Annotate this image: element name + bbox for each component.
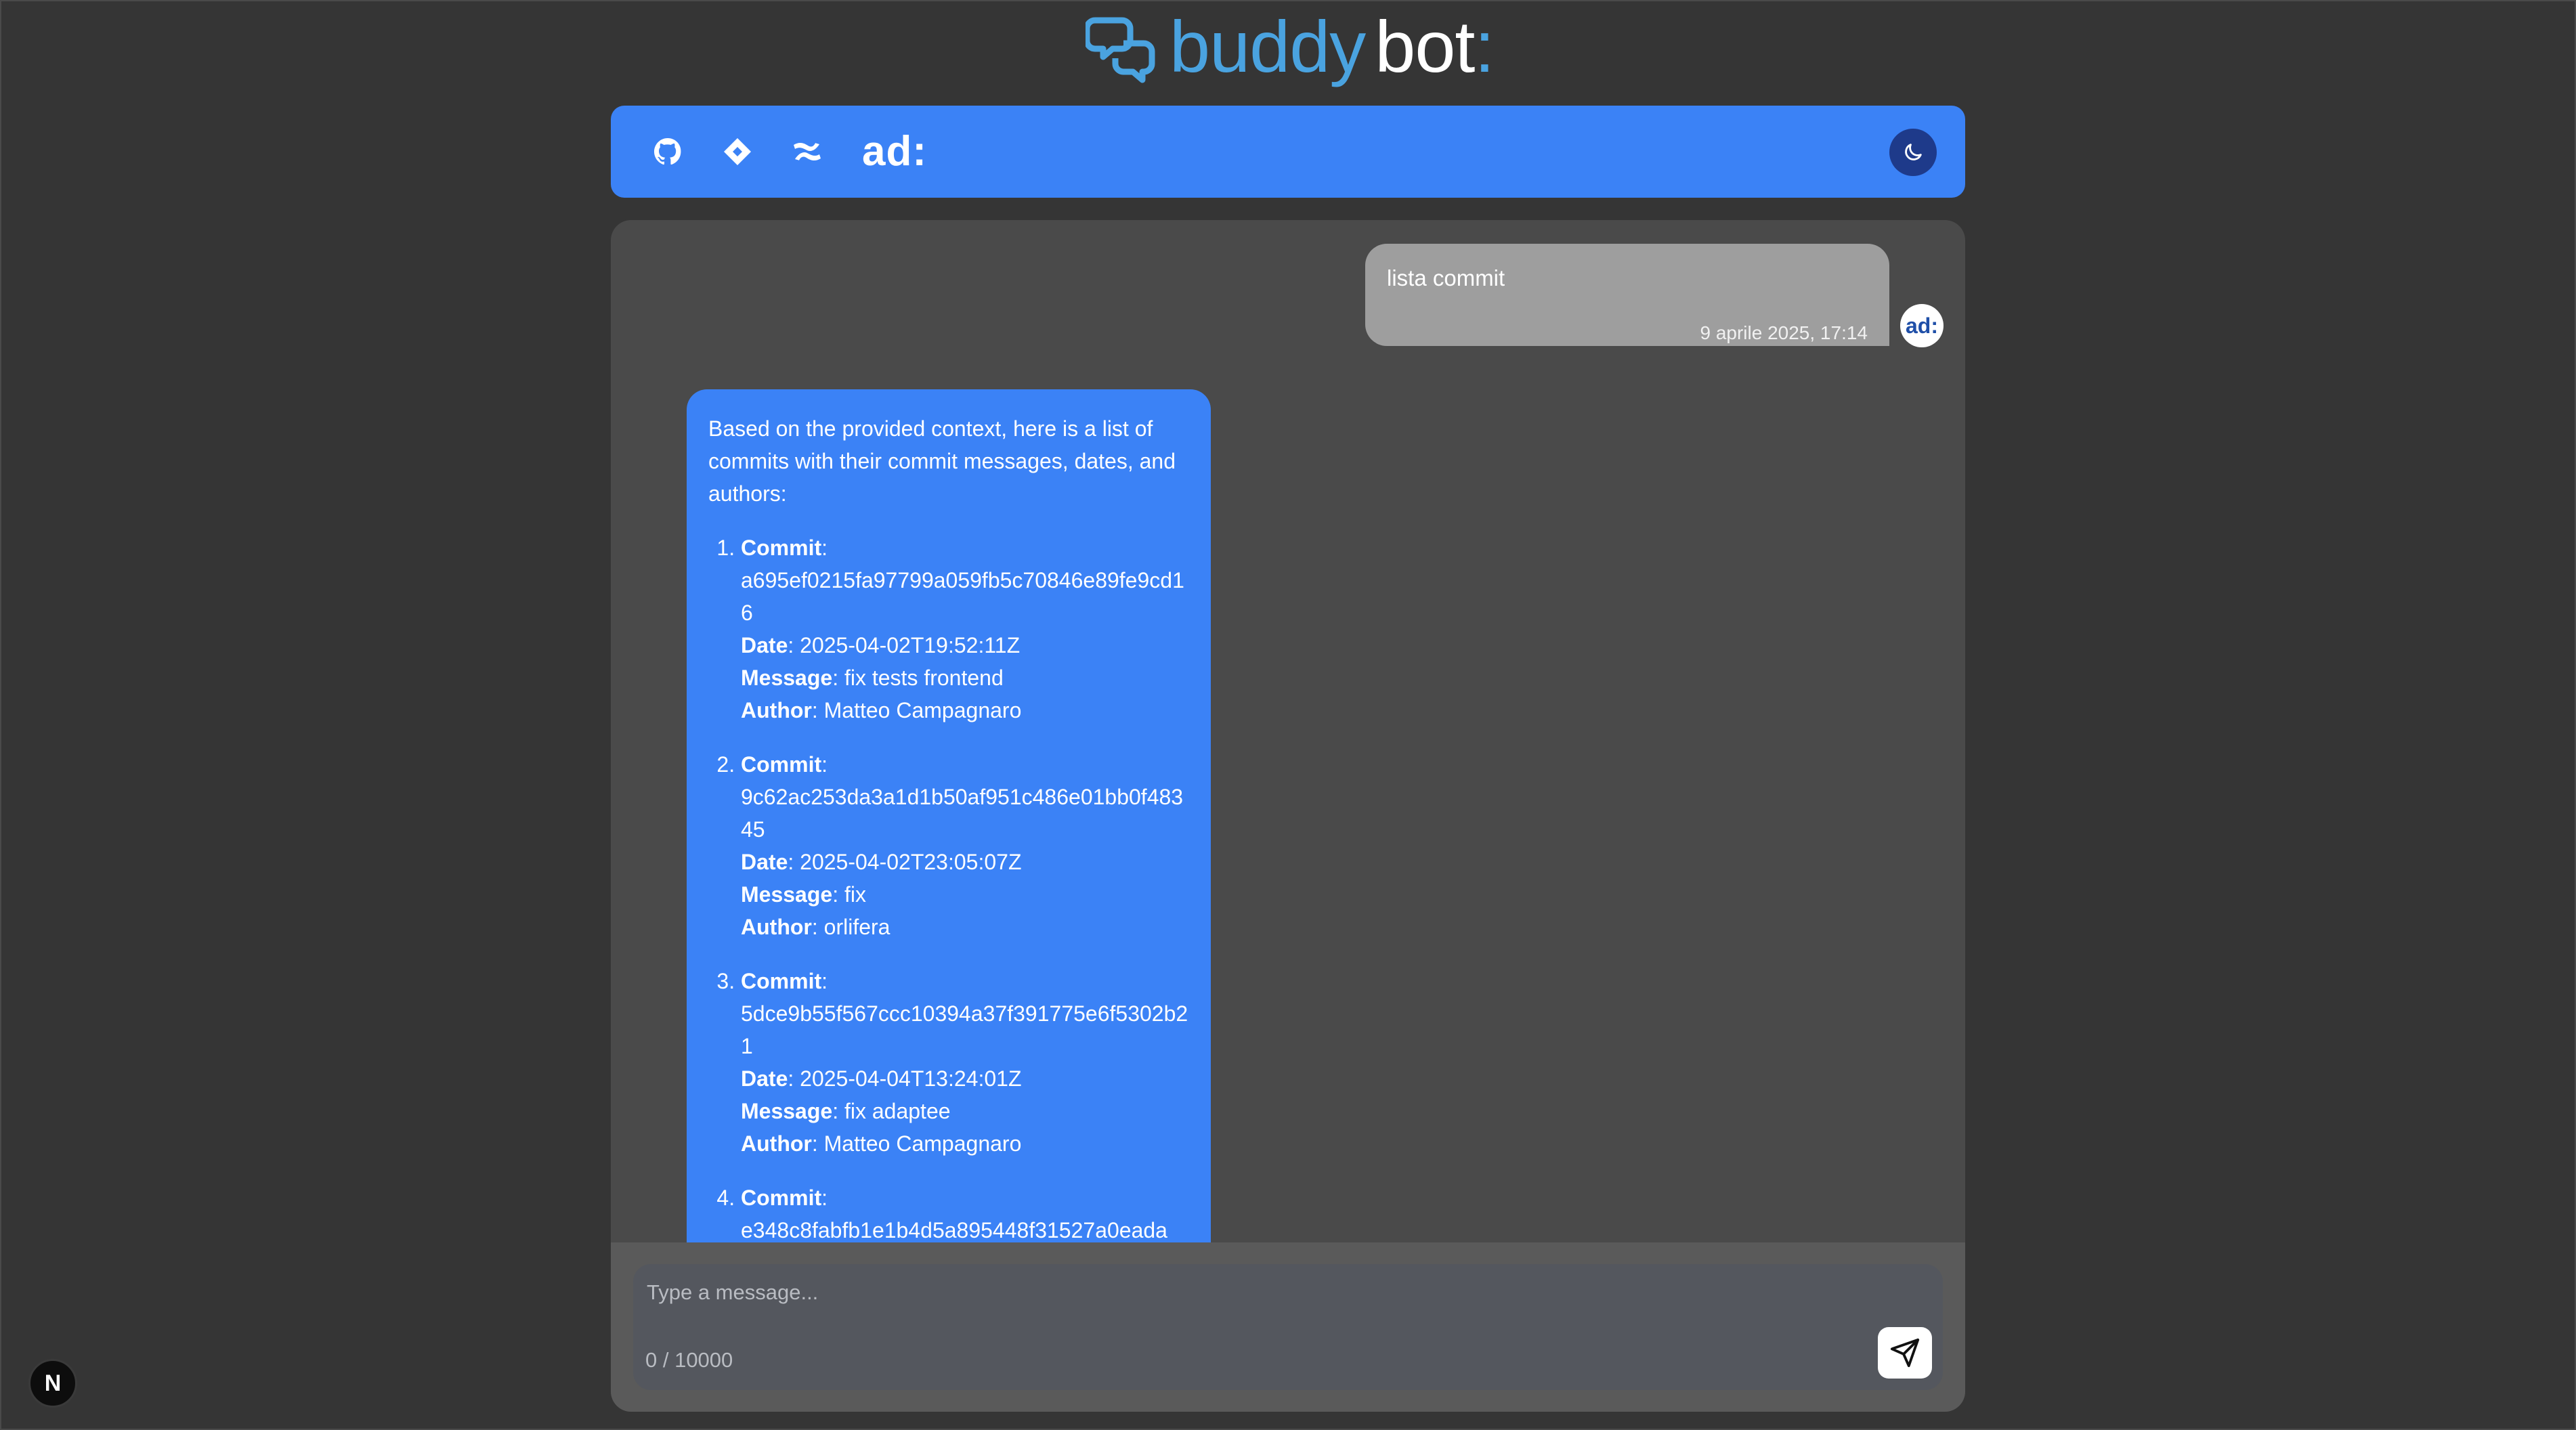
message-label: Message <box>741 666 833 690</box>
commit-message: fix adaptee <box>844 1099 951 1123</box>
list-item: Commit: 9c62ac253da3a1d1b50af951c486e01b… <box>741 748 1189 943</box>
user-avatar: ad: <box>1900 304 1944 347</box>
theme-toggle-button[interactable] <box>1889 129 1937 176</box>
commit-date: 2025-04-02T23:05:07Z <box>800 850 1022 874</box>
chat-panel: lista commit 9 aprile 2025, 17:14 ad: Ba… <box>611 220 1965 1412</box>
message-label: Message <box>741 882 833 907</box>
commit-hash: e348c8fabfb1e1b4d5a895448f31527a0eada <box>741 1218 1167 1242</box>
message-list[interactable]: lista commit 9 aprile 2025, 17:14 ad: Ba… <box>611 220 1965 1242</box>
author-label: Author <box>741 698 812 722</box>
commit-author: orlifera <box>823 915 890 939</box>
character-counter: 0 / 10000 <box>645 1348 733 1372</box>
list-item: Commit: 5dce9b55f567ccc10394a37f391775e6… <box>741 965 1189 1160</box>
message-input[interactable] <box>645 1275 1799 1310</box>
composer-area: 0 / 10000 <box>611 1242 1965 1412</box>
logo-word-bot: bot <box>1375 5 1475 87</box>
commit-label: Commit <box>741 536 822 560</box>
avatar-text: ad: <box>1906 313 1938 338</box>
message-label: Message <box>741 1099 833 1123</box>
date-label: Date <box>741 850 788 874</box>
jira-icon[interactable] <box>718 133 756 171</box>
chat-bubbles-logo-icon <box>1086 17 1155 83</box>
commit-label: Commit <box>741 969 822 993</box>
badge-letter: N <box>44 1370 62 1396</box>
user-message-text: lista commit <box>1387 265 1505 290</box>
nextjs-dev-badge[interactable]: N <box>28 1359 77 1408</box>
commit-author: Matteo Campagnaro <box>823 1131 1022 1156</box>
brand-ad-logo: ad: <box>862 128 927 175</box>
confluence-icon[interactable] <box>788 133 826 171</box>
send-button[interactable] <box>1878 1327 1932 1379</box>
app-logo: buddy bot: <box>1086 5 1495 91</box>
send-icon <box>1890 1338 1920 1368</box>
commit-list: Commit: a695ef0215fa97799a059fb5c70846e8… <box>708 532 1189 1242</box>
logo-colon: : <box>1474 5 1495 87</box>
logo-word-buddy: buddy <box>1169 5 1366 87</box>
message-timestamp: 9 aprile 2025, 17:14 <box>1700 322 1868 343</box>
top-nav-bar: ad: <box>611 106 1965 198</box>
composer-box: 0 / 10000 <box>633 1264 1943 1390</box>
commit-hash: a695ef0215fa97799a059fb5c70846e89fe9cd16 <box>741 568 1184 625</box>
bot-message-bubble: Based on the provided context, here is a… <box>687 389 1211 1242</box>
commit-message: fix <box>844 882 866 907</box>
commit-date: 2025-04-04T13:24:01Z <box>800 1066 1022 1091</box>
author-label: Author <box>741 1131 812 1156</box>
commit-message: fix tests frontend <box>844 666 1004 690</box>
commit-date: 2025-04-02T19:52:11Z <box>800 633 1021 657</box>
commit-label: Commit <box>741 1186 822 1210</box>
list-item: Commit: e348c8fabfb1e1b4d5a895448f31527a… <box>741 1182 1189 1242</box>
user-message-bubble: lista commit 9 aprile 2025, 17:14 <box>1365 244 1889 346</box>
commit-author: Matteo Campagnaro <box>823 698 1022 722</box>
commit-hash: 9c62ac253da3a1d1b50af951c486e01bb0f48345 <box>741 785 1184 842</box>
commit-hash: 5dce9b55f567ccc10394a37f391775e6f5302b21 <box>741 1001 1188 1058</box>
github-icon[interactable] <box>649 133 687 171</box>
list-item: Commit: a695ef0215fa97799a059fb5c70846e8… <box>741 532 1189 727</box>
bot-intro-text: Based on the provided context, here is a… <box>708 416 1176 506</box>
date-label: Date <box>741 633 788 657</box>
author-label: Author <box>741 915 812 939</box>
moon-icon <box>1905 144 1922 160</box>
commit-label: Commit <box>741 752 822 777</box>
date-label: Date <box>741 1066 788 1091</box>
